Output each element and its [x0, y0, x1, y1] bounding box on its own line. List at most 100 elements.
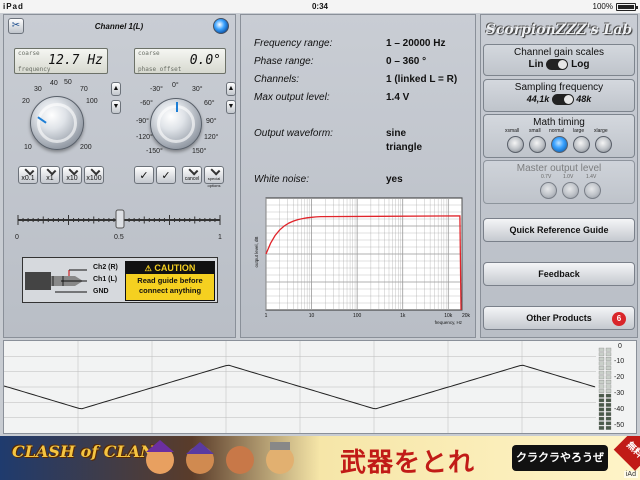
- freq-tick: 30: [34, 86, 42, 93]
- sampling-toggle[interactable]: [551, 94, 574, 106]
- math-xlarge-radio[interactable]: [595, 136, 612, 153]
- battery-percent: 100%: [592, 2, 613, 11]
- quick-reference-guide-button[interactable]: Quick Reference Guide: [483, 218, 635, 242]
- vu-segment: [598, 407, 605, 412]
- freq-tick: 40: [50, 80, 58, 87]
- vu-segment: [605, 366, 612, 370]
- mult-x10-button[interactable]: x10: [62, 165, 82, 184]
- freq-tick: 100: [86, 98, 98, 105]
- cancel-label: cancel: [184, 176, 200, 182]
- gnd-label: GND: [93, 288, 109, 295]
- gain-log-label: Log: [571, 59, 590, 71]
- math-large-radio[interactable]: [573, 136, 590, 153]
- master-output-title: Master output level: [516, 163, 602, 174]
- mult-x01-button[interactable]: x0.1: [18, 165, 38, 184]
- vu-segment: [598, 370, 605, 375]
- vu-segment: [605, 412, 612, 416]
- math-small-radio[interactable]: [529, 136, 546, 153]
- other-products-label: Other Products: [526, 313, 592, 323]
- freq-fine-down-button[interactable]: ▼: [111, 100, 121, 114]
- badge-count: 6: [612, 312, 626, 326]
- vu-segment: [598, 389, 605, 393]
- phase-tick: 30°: [192, 86, 203, 93]
- slider-label-mid: 0.5: [114, 234, 124, 241]
- ad-cta-button[interactable]: クラクラやろうぜ: [512, 445, 608, 471]
- math-option-label: normal: [549, 128, 565, 134]
- phase-tick: -90°: [136, 118, 149, 125]
- vu-segment: [598, 416, 605, 421]
- gain-scale-toggle[interactable]: [546, 59, 569, 70]
- caution-sign: ⚠ CAUTION Read guide before connect anyt…: [125, 261, 215, 301]
- frequency-display[interactable]: coarse frequency 12.7 Hz: [14, 48, 108, 74]
- math-option-label: large: [573, 128, 585, 134]
- special-options-button[interactable]: special options: [204, 165, 224, 188]
- waveform-value: triangle: [386, 142, 423, 153]
- mult-x100-button[interactable]: x100: [84, 165, 104, 184]
- chart-xtick: 10k: [444, 313, 453, 319]
- caution-text: Read guide before connect anything: [137, 276, 203, 295]
- vu-label: -40: [614, 406, 625, 413]
- settings-tool-button[interactable]: ✂: [8, 18, 24, 34]
- phase-knob-indicator: [176, 102, 178, 112]
- gain-lin-label: Lin: [528, 59, 544, 71]
- gain-scales-title: Channel gain scales: [513, 47, 605, 58]
- frequency-response-plot: output level, dB 1 10 100 1k 10k 20k frequenc…: [254, 197, 471, 325]
- spec-label: Phase range:: [254, 56, 314, 67]
- phase-knob[interactable]: [150, 98, 202, 150]
- vu-segment: [598, 357, 605, 361]
- master-10v-radio[interactable]: [562, 182, 579, 199]
- phase-display[interactable]: coarse phase offset 0.0°: [134, 48, 226, 74]
- coarse-label: coarse: [18, 50, 40, 57]
- chart-xtick: 1: [265, 313, 268, 319]
- waveform-value: sine: [386, 128, 407, 139]
- phase-fine-down-button[interactable]: ▼: [226, 100, 236, 114]
- phase-check-button-1[interactable]: ✓: [134, 166, 154, 184]
- master-07v-radio[interactable]: [540, 182, 557, 199]
- spec-label: Max output level:: [254, 92, 330, 103]
- vu-segment: [605, 426, 612, 430]
- vu-segment: [605, 380, 612, 384]
- slider-scale: [17, 209, 221, 229]
- master-output-group: Master output level: [483, 160, 635, 204]
- vu-segment: [605, 375, 612, 380]
- spec-value: 1.4 V: [386, 92, 410, 103]
- mult-label: x1: [46, 175, 54, 182]
- chart-xtick: 100: [353, 313, 362, 319]
- vu-label: -10: [614, 358, 625, 365]
- master-option-label: 1.0V: [563, 174, 574, 180]
- phase-check-button-2[interactable]: ✓: [156, 166, 176, 184]
- ch1-label: Ch1 (L): [93, 276, 118, 283]
- phase-tick: 90°: [206, 118, 217, 125]
- frequency-knob[interactable]: [30, 96, 84, 150]
- phase-fine-up-button[interactable]: ▲: [226, 82, 236, 96]
- ad-banner[interactable]: CLASH of CLANS 武器をとれ クラクラやろうぜ 無料 iAd: [0, 436, 640, 480]
- freq-tick: 20: [22, 98, 30, 105]
- chart-xtick: 10: [309, 313, 315, 319]
- level-slider[interactable]: [16, 206, 222, 232]
- vu-label: -50: [614, 422, 625, 429]
- other-products-button[interactable]: Other Products 6: [483, 306, 635, 330]
- master-14v-radio[interactable]: [584, 182, 601, 199]
- spec-label: Channels:: [254, 74, 300, 85]
- phase-sublabel: phase offset: [138, 66, 182, 73]
- freq-tick: 200: [80, 144, 92, 151]
- vu-label: -20: [614, 374, 625, 381]
- caution-title: ⚠ CAUTION: [126, 262, 214, 274]
- cancel-button[interactable]: cancel: [182, 165, 202, 184]
- mult-label: x100: [86, 175, 102, 182]
- vu-segment: [605, 398, 612, 403]
- white-noise-value: yes: [386, 174, 403, 185]
- vu-segment: [605, 384, 612, 389]
- channel-power-button[interactable]: [213, 18, 229, 34]
- vu-segment: [605, 393, 612, 398]
- math-normal-radio[interactable]: [551, 136, 568, 153]
- frequency-sublabel: frequency: [18, 66, 51, 73]
- math-xsmall-radio[interactable]: [507, 136, 524, 153]
- mult-x1-button[interactable]: x1: [40, 165, 60, 184]
- feedback-button[interactable]: Feedback: [483, 262, 635, 286]
- master-option-label: 0.7V: [541, 174, 552, 180]
- vu-label: 0: [618, 343, 622, 350]
- freq-fine-up-button[interactable]: ▲: [111, 82, 121, 96]
- ad-characters-image: [146, 440, 294, 474]
- phase-tick: -150°: [146, 148, 163, 155]
